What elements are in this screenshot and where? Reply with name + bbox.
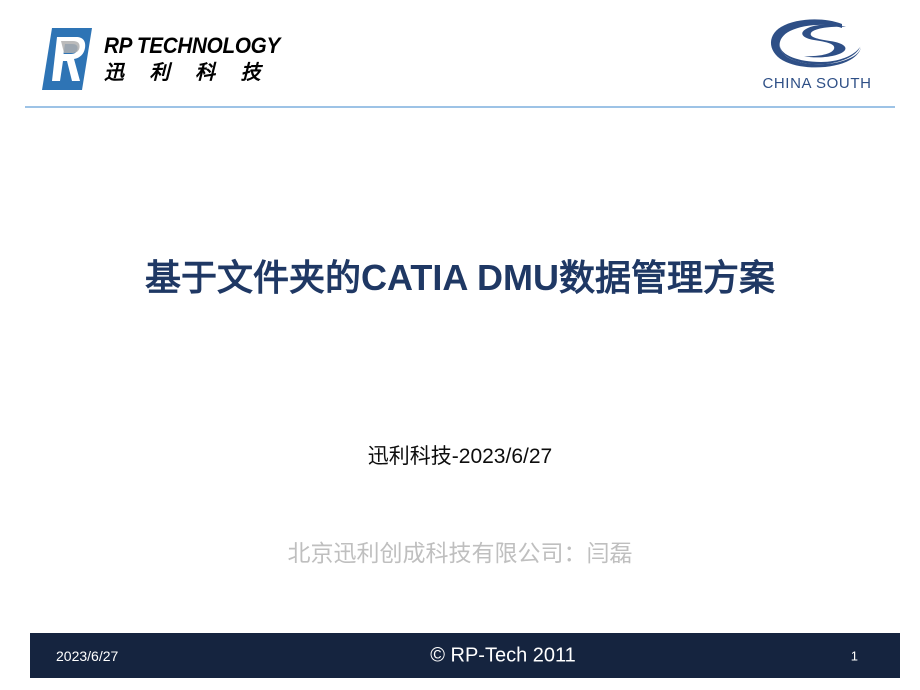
slide-title: 基于文件夹的CATIA DMU数据管理方案 <box>145 257 775 298</box>
slide-subtitle: 迅利科技-2023/6/27 <box>367 445 553 468</box>
footer-copyright: © RP-Tech 2011 <box>430 644 576 666</box>
slide-footer-bar: 2023/6/27 © RP-Tech 2011 1 <box>30 633 900 678</box>
china-south-label: CHINA SOUTH <box>762 75 872 92</box>
rp-brand-text: RP TECHNOLOGY 迅 利 科 技 <box>104 32 291 85</box>
rp-brand-name-en: RP TECHNOLOGY <box>104 33 280 59</box>
rp-brand-name-cn: 迅 利 科 技 <box>104 61 271 84</box>
slide-author: 北京迅利创成科技有限公司：闫磊 <box>287 540 633 566</box>
china-south-brand: CHINA SOUTH <box>752 16 882 92</box>
slide-header: RP TECHNOLOGY 迅 利 科 技 CHINA SOUTH <box>0 0 920 110</box>
china-south-logo-icon <box>764 16 870 72</box>
presentation-slide: RP TECHNOLOGY 迅 利 科 技 CHINA SOUTH 基于文件夹的… <box>0 0 920 690</box>
footer-page-number: 1 <box>850 648 858 663</box>
rp-logo-icon <box>42 28 92 90</box>
footer-date: 2023/6/27 <box>56 647 119 664</box>
header-divider <box>25 106 895 108</box>
rp-technology-brand: RP TECHNOLOGY 迅 利 科 技 <box>42 28 291 90</box>
